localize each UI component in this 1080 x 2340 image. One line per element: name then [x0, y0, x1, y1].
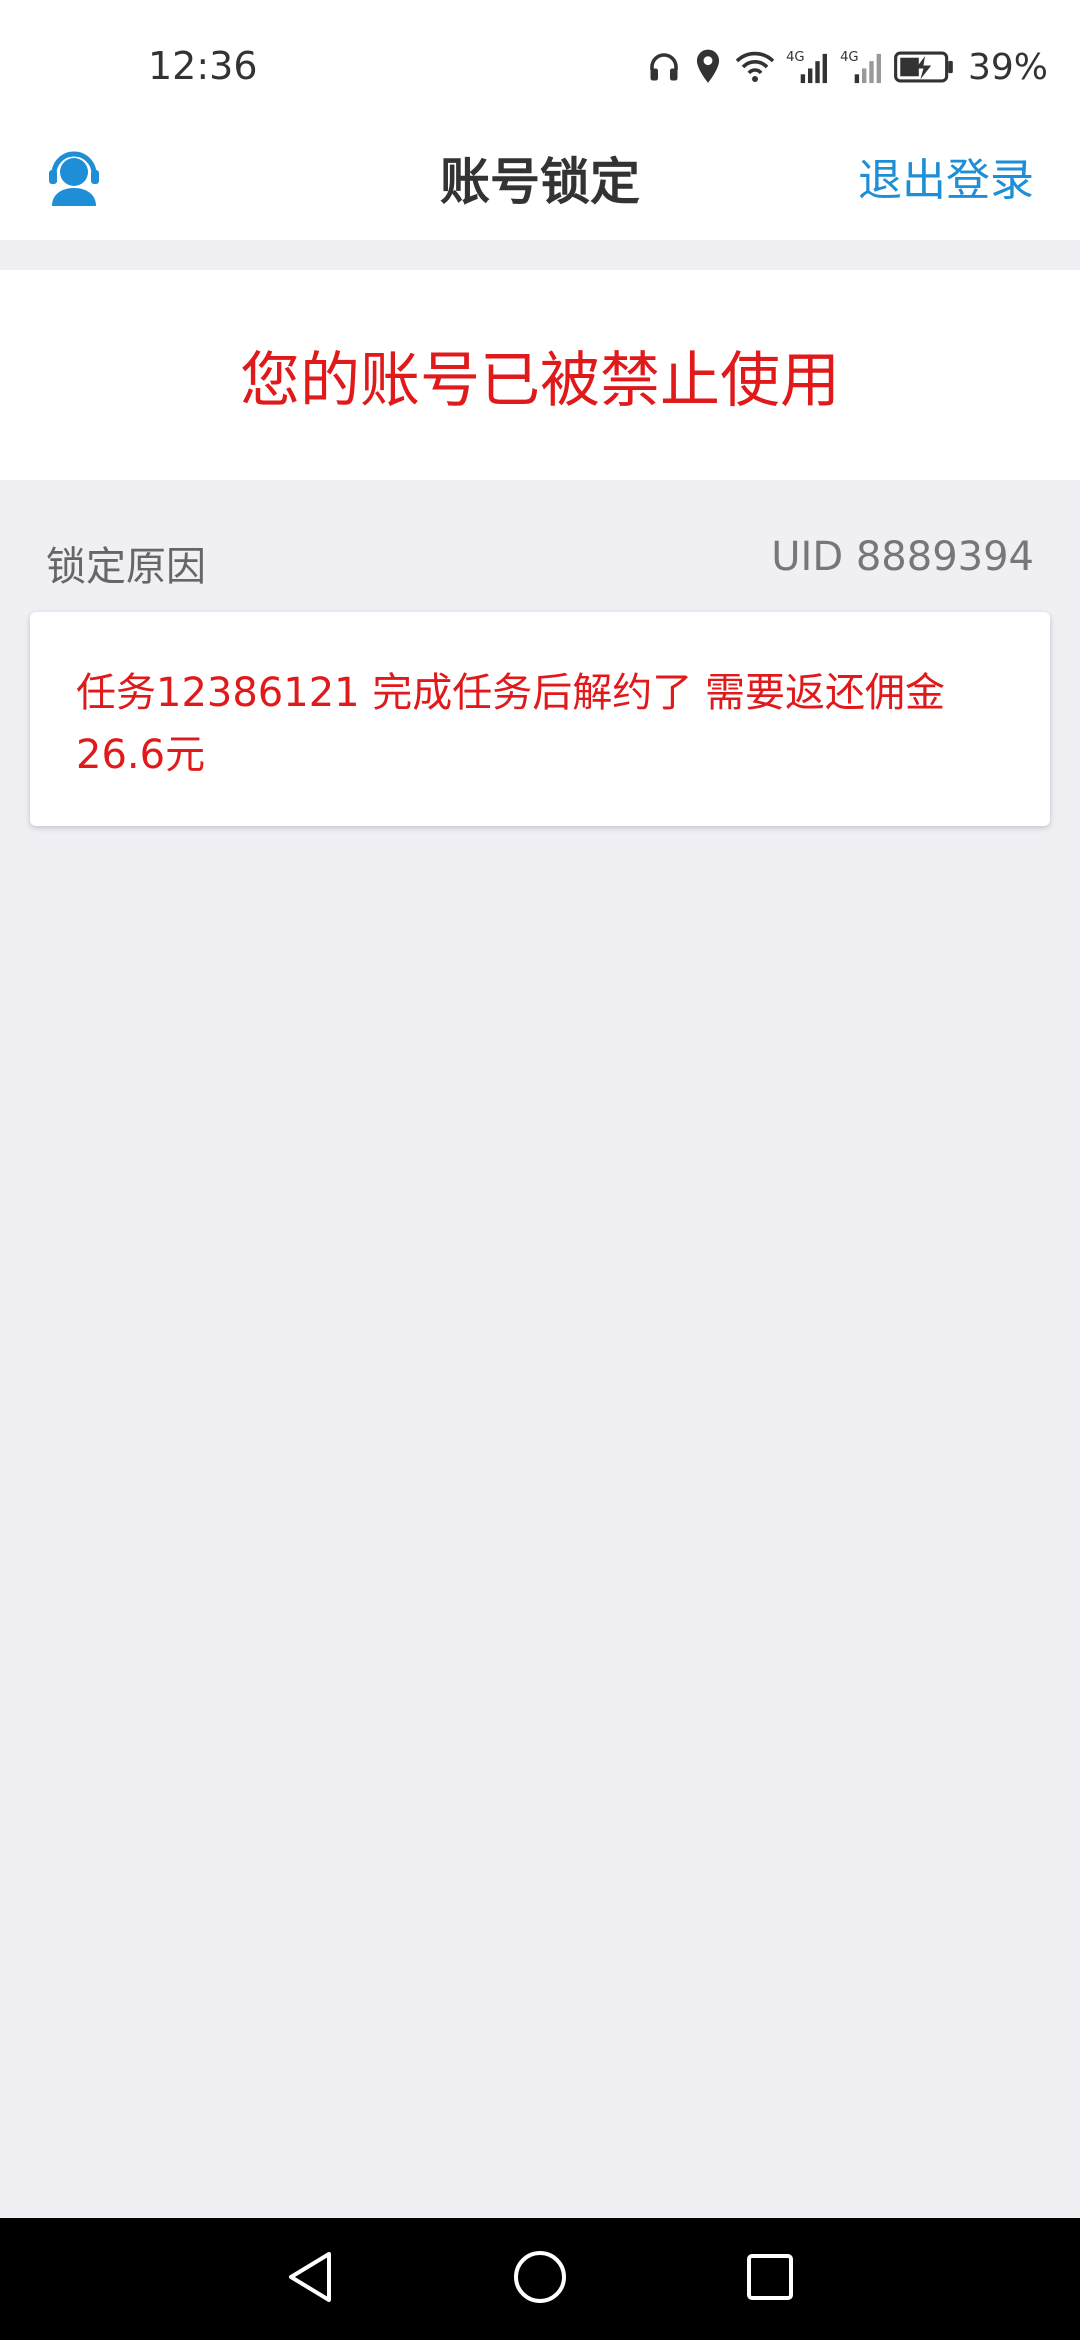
signal-icon: 4G: [786, 48, 830, 86]
home-icon: [512, 2249, 568, 2309]
status-icons: 4G 4G 39%: [636, 40, 1048, 94]
back-button[interactable]: [275, 2244, 345, 2314]
signal-icon: 4G: [840, 48, 884, 86]
nav-bar: 账号锁定 退出登录: [0, 130, 1080, 240]
reason-text: 任务12386121 完成任务后解约了 需要返还佣金26.6元: [76, 670, 946, 778]
recent-apps-icon: [745, 2252, 795, 2306]
status-time: 12:36: [148, 44, 258, 88]
back-icon: [285, 2250, 335, 2308]
headphones-icon: [646, 49, 682, 85]
uid-text: UID 8889394: [771, 534, 1034, 580]
reason-card: 任务12386121 完成任务后解约了 需要返还佣金26.6元: [30, 612, 1050, 826]
ban-banner: 您的账号已被禁止使用: [0, 270, 1080, 480]
home-button[interactable]: [505, 2244, 575, 2314]
ban-message: 您的账号已被禁止使用: [240, 345, 840, 416]
status-bar: 12:36 4G 4G 39%: [0, 0, 1080, 130]
wifi-icon: [734, 49, 776, 85]
battery-charging-icon: [894, 50, 956, 84]
network-label: 4G: [840, 50, 859, 65]
logout-button[interactable]: 退出登录: [858, 144, 1034, 208]
battery-percent: 39%: [967, 46, 1048, 88]
location-icon: [692, 48, 724, 86]
recent-apps-button[interactable]: [735, 2244, 805, 2314]
lock-reason-label: 锁定原因: [46, 544, 206, 590]
system-nav-bar: [0, 2218, 1080, 2340]
network-label: 4G: [786, 50, 805, 65]
